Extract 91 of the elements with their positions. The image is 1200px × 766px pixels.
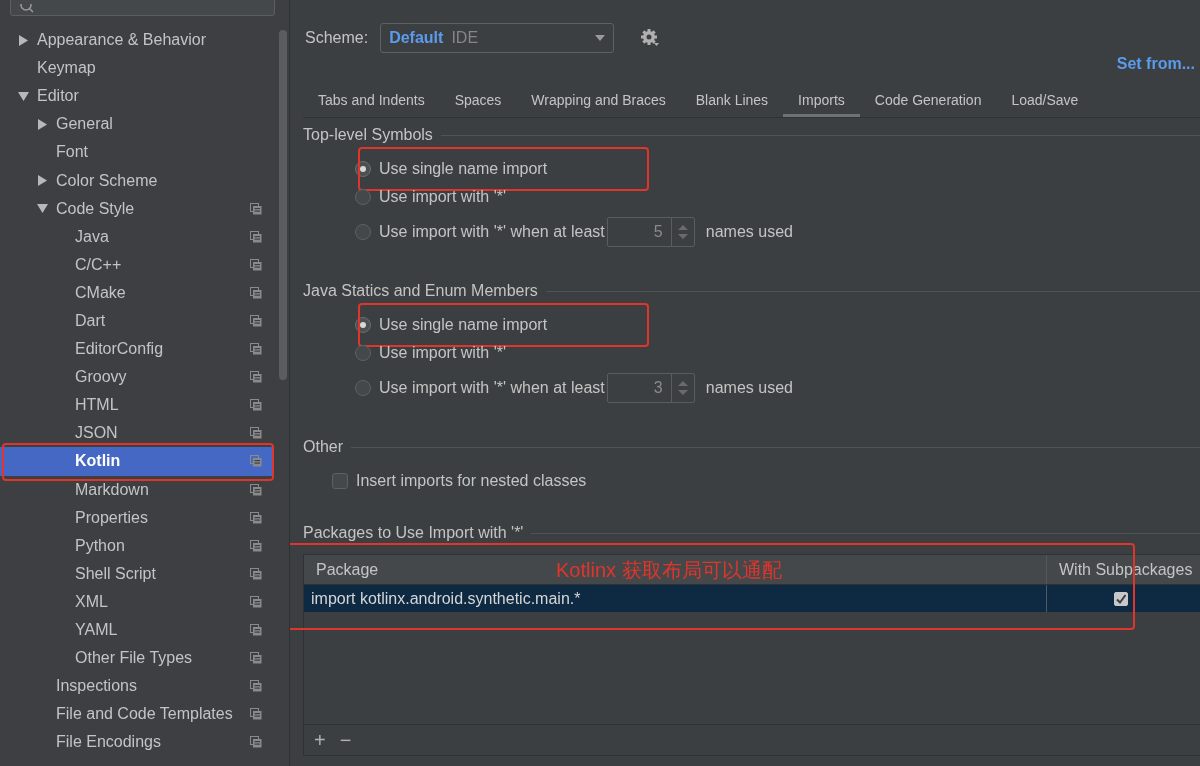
copy-icon	[250, 511, 262, 524]
copy-icon	[250, 258, 262, 271]
copy-icon	[250, 455, 262, 468]
set-from-link[interactable]: Set from...	[1116, 55, 1195, 79]
tree-item[interactable]: Shell Script	[0, 559, 272, 588]
section-title: Packages to Use Import with '*'	[303, 524, 524, 542]
copy-icon	[250, 286, 262, 299]
caret-icon	[595, 35, 606, 41]
collapsed-arrow-icon[interactable]	[37, 175, 48, 186]
tree-item[interactable]: File and Code Templates	[0, 700, 272, 729]
add-button[interactable]: +	[314, 728, 326, 752]
tab[interactable]: Blank Lines	[680, 85, 784, 117]
tree-item[interactable]: XML	[0, 587, 272, 616]
search-icon	[19, 4, 35, 14]
number-spinner[interactable]: 5	[606, 217, 695, 247]
copy-icon	[250, 427, 262, 440]
tree-item[interactable]: Java	[0, 222, 272, 251]
copy-icon	[250, 230, 262, 243]
settings-icon[interactable]	[640, 28, 661, 48]
tree-item[interactable]: EditorConfig	[0, 335, 272, 364]
copy-icon	[250, 595, 262, 608]
tree-item[interactable]: General	[0, 110, 272, 139]
copy-icon	[250, 736, 262, 749]
checkbox[interactable]	[332, 473, 348, 489]
tree-item[interactable]: Inspections	[0, 672, 272, 701]
copy-icon	[250, 539, 262, 552]
tree-item[interactable]: Color Scheme	[0, 166, 272, 195]
tree-item[interactable]: Editor	[0, 82, 272, 111]
tab[interactable]: Spaces	[439, 85, 517, 117]
tree-item[interactable]: Other File Types	[0, 644, 272, 673]
option-label: Use single name import	[379, 160, 548, 178]
tree-item[interactable]: Groovy	[0, 363, 272, 392]
tab[interactable]: Code Generation	[859, 85, 997, 117]
tree-item[interactable]: JSON	[0, 419, 272, 448]
tree-item[interactable]: C/C++	[0, 250, 272, 279]
collapsed-arrow-icon[interactable]	[37, 118, 48, 130]
copy-icon	[250, 652, 262, 665]
collapsed-arrow-icon[interactable]	[18, 34, 29, 46]
tab[interactable]: Wrapping and Braces	[516, 85, 681, 117]
radio-button[interactable]	[355, 380, 371, 396]
copy-icon	[250, 708, 262, 721]
table-cell-text: import kotlinx.android.synthetic.main.*	[310, 589, 582, 608]
scheme-dropdown[interactable]: Default IDE	[380, 23, 615, 53]
copy-icon	[250, 315, 262, 327]
copy-icon	[250, 680, 262, 693]
section-title: Other	[303, 438, 343, 456]
tab[interactable]: Load/Save	[996, 85, 1094, 117]
radio-button[interactable]	[355, 345, 371, 361]
tree-item[interactable]: Python	[0, 531, 272, 560]
scrollbar-thumb[interactable]	[279, 30, 287, 380]
tree-item[interactable]: Properties	[0, 503, 272, 532]
copy-icon	[250, 483, 262, 496]
copy-icon	[250, 399, 262, 412]
tree-item[interactable]: Appearance & Behavior	[0, 26, 272, 55]
tree-item[interactable]: Font	[0, 138, 272, 167]
copy-icon	[250, 624, 262, 636]
copy-icon	[250, 371, 262, 384]
radio-button[interactable]	[355, 224, 371, 240]
tree-item[interactable]: Markdown	[0, 475, 272, 504]
number-spinner[interactable]: 3	[606, 373, 695, 403]
option-label: Use import with '*'	[379, 188, 507, 206]
option-label: Use import with '*'	[379, 344, 507, 362]
annotation-note: Kotlinx 获取布局可以通配	[556, 558, 782, 583]
option-label: Use import with '*' when at least	[379, 223, 605, 241]
option-label: Use import with '*' when at least	[379, 379, 605, 397]
tree-item[interactable]: Code Style	[0, 194, 272, 223]
tree-item[interactable]: YAML	[0, 615, 272, 645]
tree-item[interactable]: Dart	[0, 306, 272, 336]
table-row[interactable]: import kotlinx.android.synthetic.main.*	[304, 585, 1200, 612]
expanded-arrow-icon[interactable]	[18, 90, 29, 102]
remove-button[interactable]: −	[339, 728, 352, 752]
copy-icon	[250, 567, 262, 580]
option-label: Insert imports for nested classes	[356, 472, 587, 490]
tab[interactable]: Imports	[783, 85, 860, 117]
scheme-label: Scheme:	[305, 29, 369, 47]
option-label: names used	[705, 223, 793, 241]
column-header[interactable]: Package	[316, 560, 379, 579]
tree-item[interactable]: File Encodings	[0, 728, 272, 757]
tree-item[interactable]: Keymap	[0, 54, 272, 83]
tree-item[interactable]: CMake	[0, 278, 272, 307]
tab[interactable]: Tabs and Indents	[303, 85, 440, 117]
section-title: Java Statics and Enum Members	[303, 282, 538, 300]
copy-icon	[250, 343, 262, 356]
section-title: Top-level Symbols	[303, 126, 433, 144]
option-label: names used	[705, 379, 793, 397]
expanded-arrow-icon[interactable]	[37, 203, 48, 215]
tree-item[interactable]: Kotlin	[0, 447, 272, 476]
radio-button[interactable]	[355, 189, 371, 205]
tree-item[interactable]: HTML	[0, 391, 272, 420]
option-label: Use single name import	[379, 316, 548, 334]
copy-icon	[250, 202, 262, 215]
